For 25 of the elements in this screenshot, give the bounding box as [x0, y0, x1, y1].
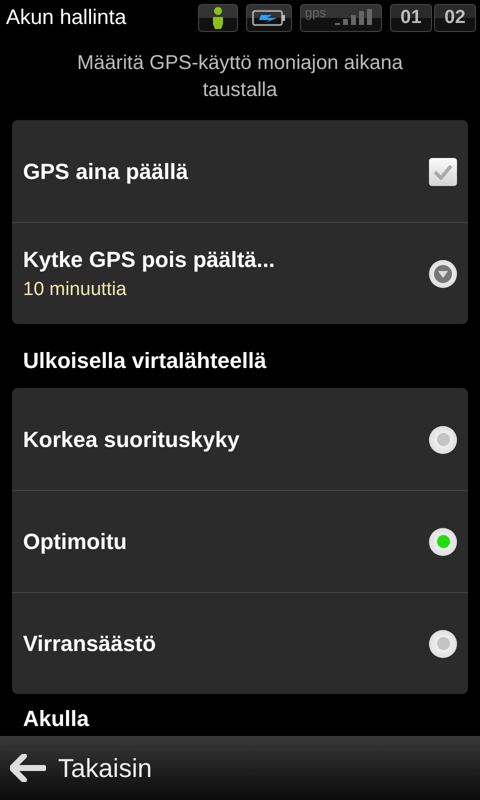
clock-digits: 02	[434, 4, 476, 32]
description-text: Määritä GPS-käyttö moniajon aikana taustalla	[76, 51, 404, 103]
option-label: Korkea suorituskyky	[23, 426, 240, 452]
person-icon	[211, 7, 225, 29]
radio-button[interactable]	[429, 426, 457, 454]
section-heading: Akulla	[22, 705, 90, 732]
caret-icon	[434, 264, 452, 282]
signal-bars-icon	[335, 9, 375, 27]
option-label: Virransäästö	[23, 630, 157, 656]
section-heading: Ulkoisella virtalähteellä	[22, 347, 268, 375]
setting-value: 10 minuuttia	[23, 278, 128, 300]
back-button[interactable]: Takaisin	[10, 752, 152, 784]
clock-digits: 01	[390, 4, 432, 32]
dropdown-button[interactable]	[429, 260, 457, 288]
radio-button[interactable]	[429, 528, 457, 556]
setting-label: GPS aina päällä	[23, 158, 190, 184]
left-arrow-icon	[10, 754, 46, 782]
radio-button[interactable]	[429, 630, 457, 658]
battery-charging-icon	[252, 10, 286, 26]
option-label: Optimoitu	[23, 528, 128, 554]
setting-label: Kytke GPS pois päältä...	[23, 246, 276, 272]
checkbox[interactable]	[429, 158, 457, 186]
checkmark-icon	[433, 164, 453, 180]
gps-label: gps	[305, 5, 326, 20]
screen-title: Akun hallinta	[6, 6, 128, 30]
